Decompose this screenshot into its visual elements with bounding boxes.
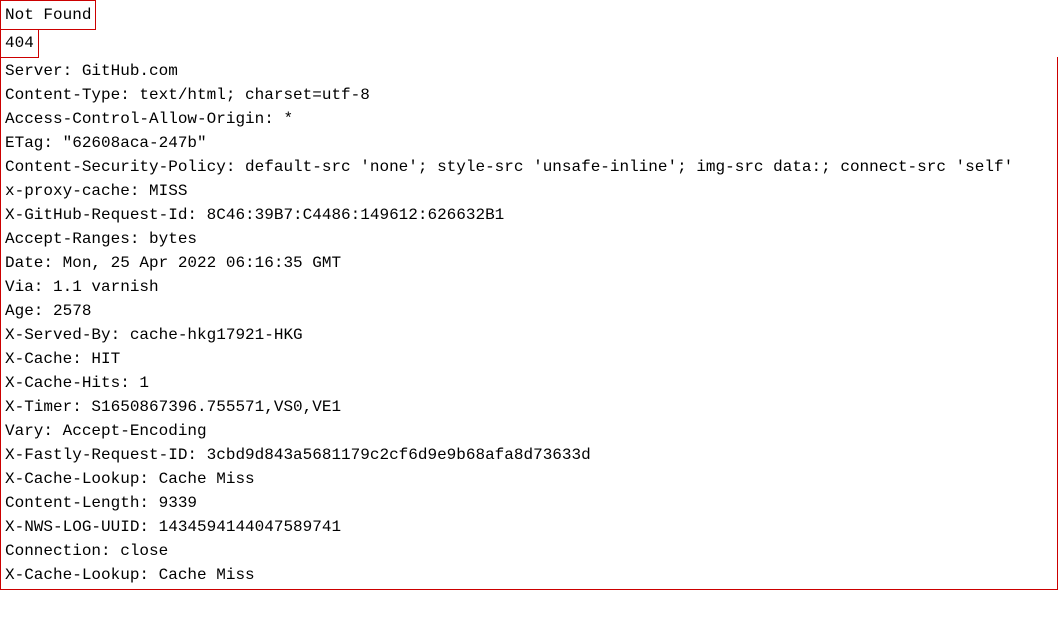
header-line: ETag: "62608aca-247b" (5, 131, 1053, 155)
header-line: Vary: Accept-Encoding (5, 419, 1053, 443)
header-line: Age: 2578 (5, 299, 1053, 323)
header-line: X-GitHub-Request-Id: 8C46:39B7:C4486:149… (5, 203, 1053, 227)
header-line: Server: GitHub.com (5, 59, 1053, 83)
header-line: Connection: close (5, 539, 1053, 563)
status-code: 404 (0, 29, 39, 58)
header-line: X-Cache-Lookup: Cache Miss (5, 563, 1053, 587)
header-line: x-proxy-cache: MISS (5, 179, 1053, 203)
header-line: X-Timer: S1650867396.755571,VS0,VE1 (5, 395, 1053, 419)
header-line: Accept-Ranges: bytes (5, 227, 1053, 251)
header-line: Access-Control-Allow-Origin: * (5, 107, 1053, 131)
header-line: X-Cache-Hits: 1 (5, 371, 1053, 395)
header-line: X-Served-By: cache-hkg17921-HKG (5, 323, 1053, 347)
http-response-view: Not Found 404 Server: GitHub.comContent-… (0, 0, 1058, 590)
header-line: Date: Mon, 25 Apr 2022 06:16:35 GMT (5, 251, 1053, 275)
status-text: Not Found (0, 0, 96, 30)
header-line: X-NWS-LOG-UUID: 1434594144047589741 (5, 515, 1053, 539)
header-line: Content-Length: 9339 (5, 491, 1053, 515)
header-line: Via: 1.1 varnish (5, 275, 1053, 299)
header-line: X-Cache-Lookup: Cache Miss (5, 467, 1053, 491)
header-line: X-Fastly-Request-ID: 3cbd9d843a5681179c2… (5, 443, 1053, 467)
response-headers: Server: GitHub.comContent-Type: text/htm… (0, 57, 1058, 590)
header-line: Content-Type: text/html; charset=utf-8 (5, 83, 1053, 107)
header-line: Content-Security-Policy: default-src 'no… (5, 155, 1053, 179)
header-line: X-Cache: HIT (5, 347, 1053, 371)
